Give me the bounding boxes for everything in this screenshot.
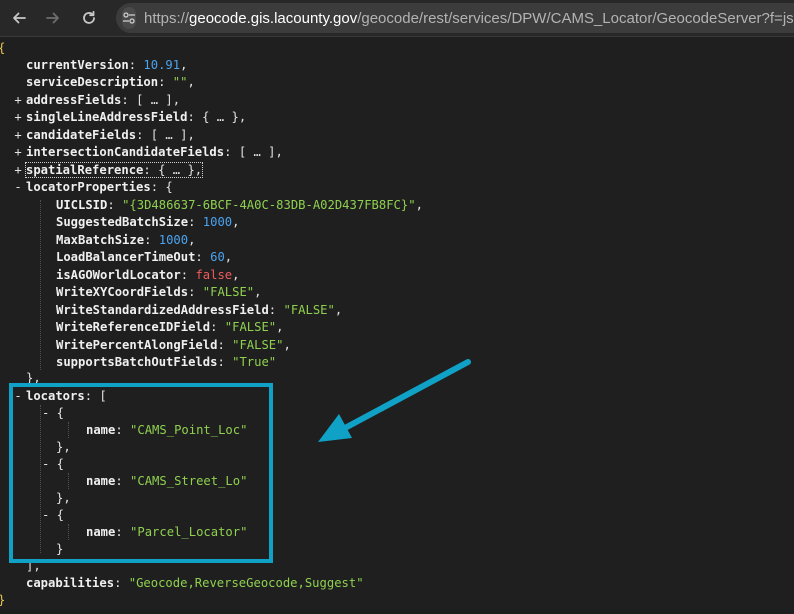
annotation-arrow-icon xyxy=(318,359,471,442)
